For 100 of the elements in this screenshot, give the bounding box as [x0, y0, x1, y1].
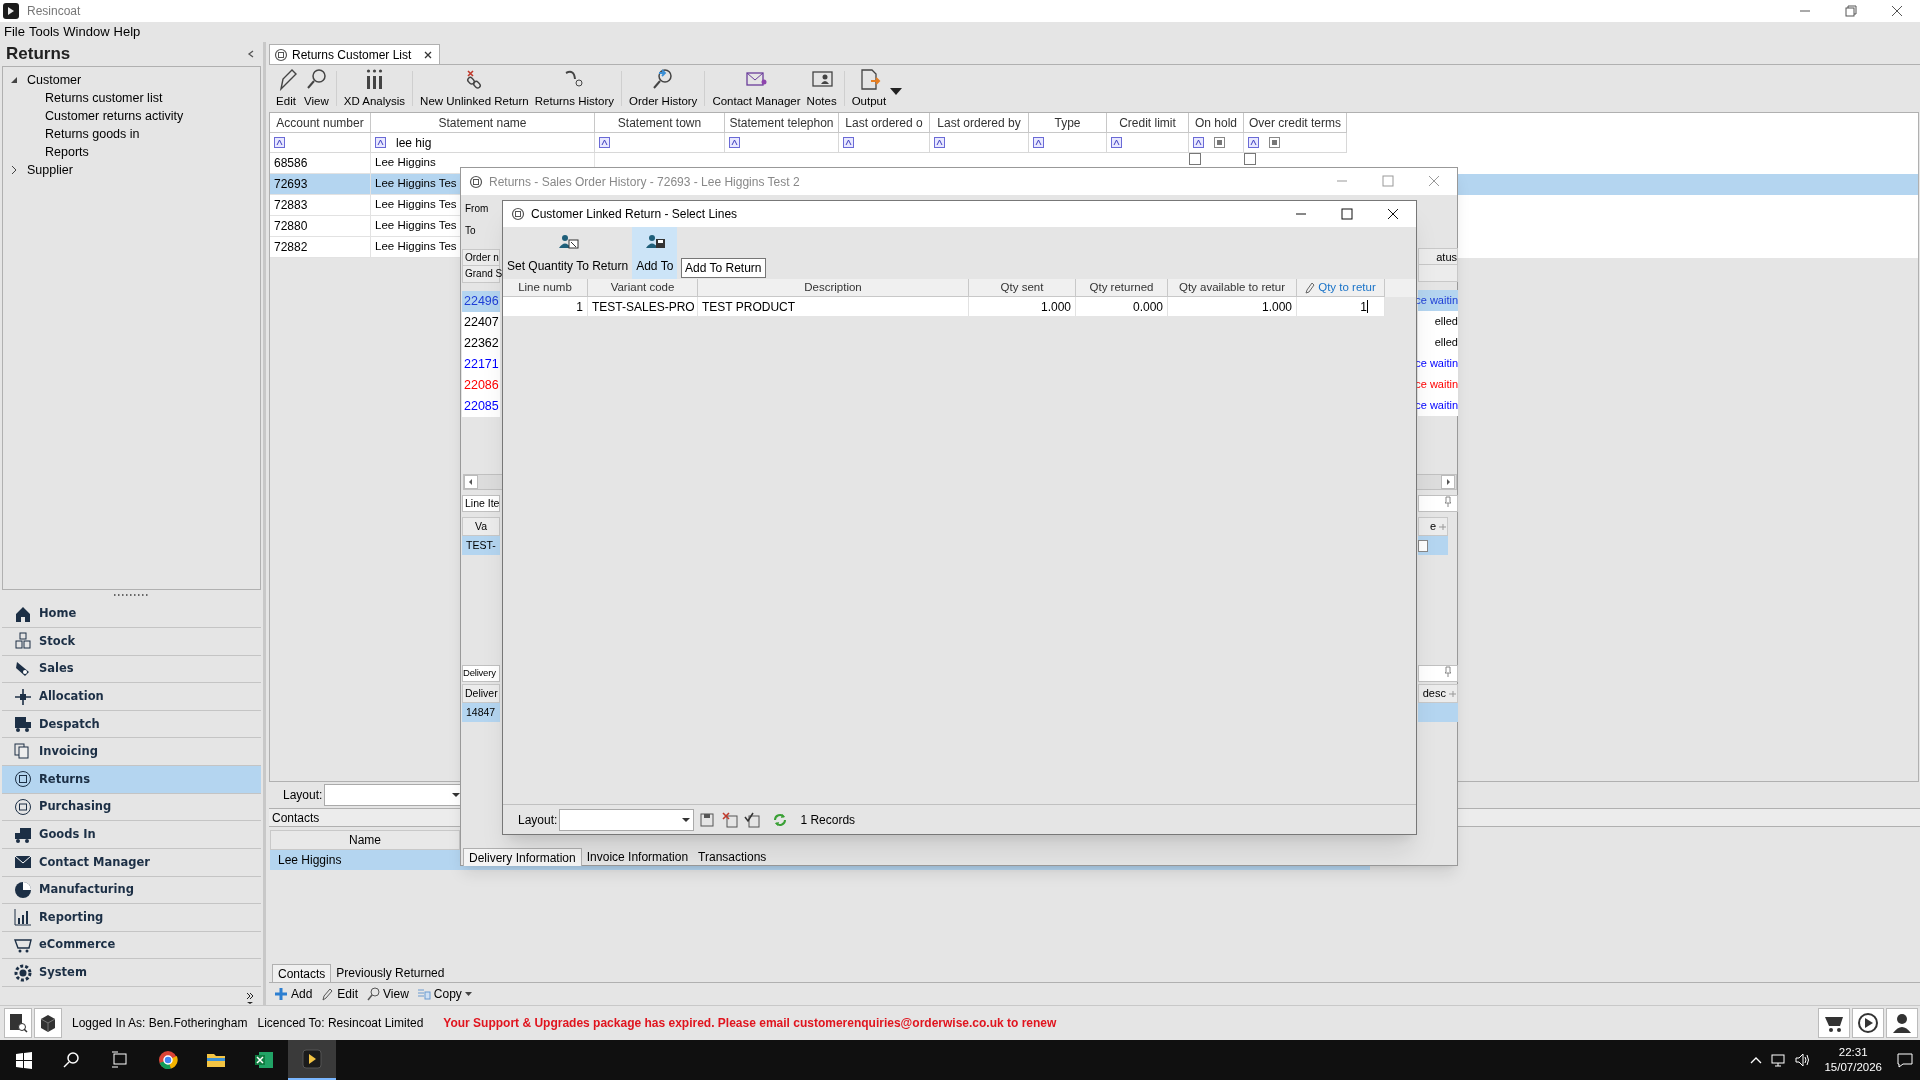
nav-item[interactable]: Sales [2, 655, 261, 684]
tree-item[interactable]: Supplier [27, 160, 73, 180]
nav-item[interactable]: Manufacturing [2, 876, 261, 905]
toolbar-button[interactable]: Returns History [531, 65, 617, 112]
menu-item[interactable]: Help [113, 22, 141, 42]
column-header[interactable]: Deliver [462, 684, 500, 703]
checkbox[interactable] [1189, 153, 1201, 165]
tab[interactable]: Transactions [693, 848, 772, 866]
action-button[interactable]: Copy [416, 985, 472, 1003]
nav-item[interactable]: Contact Manager [2, 848, 261, 877]
more-icon[interactable] [245, 990, 255, 1005]
table-cell[interactable]: 22085 [462, 396, 500, 417]
table-cell[interactable]: 22496 [462, 291, 500, 312]
toolbar-button[interactable]: Add To [632, 227, 678, 279]
nav-item[interactable]: Stock [2, 628, 261, 656]
checkbox[interactable] [1244, 153, 1256, 165]
nav-item[interactable]: Reporting [2, 904, 261, 932]
tab[interactable]: Contacts [272, 964, 332, 982]
tab[interactable]: Delivery Information [463, 848, 582, 866]
filter-mode-icon[interactable] [375, 137, 386, 148]
tree-item[interactable]: Returns customer list [45, 88, 163, 108]
filter-mode-icon[interactable] [1193, 137, 1204, 148]
field-label: To [465, 224, 477, 238]
status-button[interactable] [4, 1008, 32, 1038]
volume-icon[interactable] [1794, 1052, 1811, 1068]
notification-icon[interactable] [1896, 1051, 1914, 1069]
action-button[interactable]: Edit [320, 985, 359, 1003]
tree-item[interactable]: Customer [27, 70, 82, 90]
filter-mode-icon[interactable] [599, 137, 610, 148]
action-button[interactable]: View [366, 985, 409, 1003]
toolbar-button[interactable]: Edit [271, 65, 301, 112]
table-cell-text: 72693 [274, 176, 308, 193]
filter-checkbox-icon[interactable] [1269, 137, 1280, 148]
status-button[interactable] [1886, 1008, 1918, 1038]
tree-item[interactable]: Customer returns activity [45, 106, 184, 126]
toolbar-button[interactable]: Contact Manager [709, 65, 804, 112]
save-layout-icon[interactable] [700, 811, 717, 828]
checkbox[interactable] [1418, 539, 1428, 552]
menu-item[interactable]: Window [63, 22, 110, 42]
column-header[interactable]: e [1418, 517, 1448, 536]
filter-checkbox-icon[interactable] [1214, 137, 1225, 148]
tab[interactable]: Previously Returned [331, 964, 450, 982]
pin-icon[interactable] [1443, 496, 1453, 508]
status-button[interactable] [1818, 1008, 1850, 1038]
chevron-up-icon[interactable] [1750, 1056, 1763, 1064]
column-header[interactable]: Va [462, 517, 500, 536]
nav-item[interactable]: Despatch [2, 710, 261, 739]
dropdown-icon[interactable] [889, 85, 904, 96]
column-header[interactable]: Name [270, 830, 460, 850]
tab[interactable]: Invoice Information [581, 848, 694, 866]
pin-icon [1448, 689, 1457, 698]
nav-item[interactable]: Home [2, 600, 261, 629]
nav-item[interactable]: Purchasing [2, 793, 261, 822]
nav-item[interactable]: eCommerce [2, 931, 261, 960]
pencil-icon [1305, 281, 1316, 294]
table-cell[interactable]: 22407 [462, 312, 500, 333]
column-header[interactable]: desc [1418, 684, 1458, 703]
filter-mode-icon[interactable] [934, 137, 945, 148]
toolbar-button[interactable]: Order History [626, 65, 701, 112]
table-cell[interactable]: 22086 [462, 375, 500, 396]
nav-item[interactable]: Goods In [2, 821, 261, 849]
menu-item[interactable]: File [4, 22, 25, 42]
column-header[interactable]: Order n [462, 249, 500, 266]
menu-item[interactable]: Tools [28, 22, 60, 42]
toolbar-button[interactable]: Set Quantity To Return [503, 227, 633, 279]
filter-mode-icon[interactable] [1111, 137, 1122, 148]
nav-item[interactable]: Returns [2, 766, 261, 794]
filter-mode-icon[interactable] [1248, 137, 1259, 148]
toolbar-button[interactable]: View [301, 65, 332, 112]
delete-layout-icon[interactable] [722, 811, 739, 828]
layout-dropdown[interactable] [559, 808, 695, 831]
filter-mode-icon[interactable] [843, 137, 854, 148]
scroll-left-icon[interactable] [464, 475, 478, 489]
status-button[interactable] [34, 1008, 62, 1038]
toolbar-button[interactable]: XD Analysis [340, 65, 409, 112]
status-button[interactable] [1852, 1008, 1884, 1038]
clock[interactable]: 22:31 15/07/2026 [1824, 1045, 1882, 1075]
column-header[interactable]: atus [1418, 248, 1458, 265]
toolbar-button[interactable]: Output [848, 65, 890, 112]
quantity-input[interactable]: 1 [1301, 297, 1380, 316]
table-cell[interactable]: 22171 [462, 354, 500, 375]
scroll-right-icon[interactable] [1441, 475, 1455, 489]
pin-icon[interactable] [1443, 666, 1453, 678]
toolbar-button[interactable]: New Unlinked Return [417, 65, 532, 112]
apply-layout-icon[interactable] [744, 811, 761, 828]
tree-item[interactable]: Returns goods in [45, 124, 140, 144]
action-button[interactable]: Add [274, 985, 313, 1003]
filter-mode-icon[interactable] [1033, 137, 1044, 148]
refresh-icon[interactable] [772, 811, 789, 828]
filter-mode-icon[interactable] [274, 137, 285, 148]
taskbar-button[interactable] [288, 1040, 336, 1080]
network-icon[interactable] [1770, 1052, 1787, 1068]
nav-item[interactable]: Allocation [2, 683, 261, 711]
nav-item[interactable]: System [2, 959, 261, 987]
tree-item[interactable]: Reports [45, 142, 89, 162]
filter-mode-icon[interactable] [729, 137, 740, 148]
table-cell[interactable]: 22362 [462, 333, 500, 354]
document-tab[interactable]: Returns Customer List [269, 44, 441, 64]
toolbar-button[interactable]: Notes [803, 65, 840, 112]
filter-field[interactable]: lee hig [396, 133, 432, 152]
